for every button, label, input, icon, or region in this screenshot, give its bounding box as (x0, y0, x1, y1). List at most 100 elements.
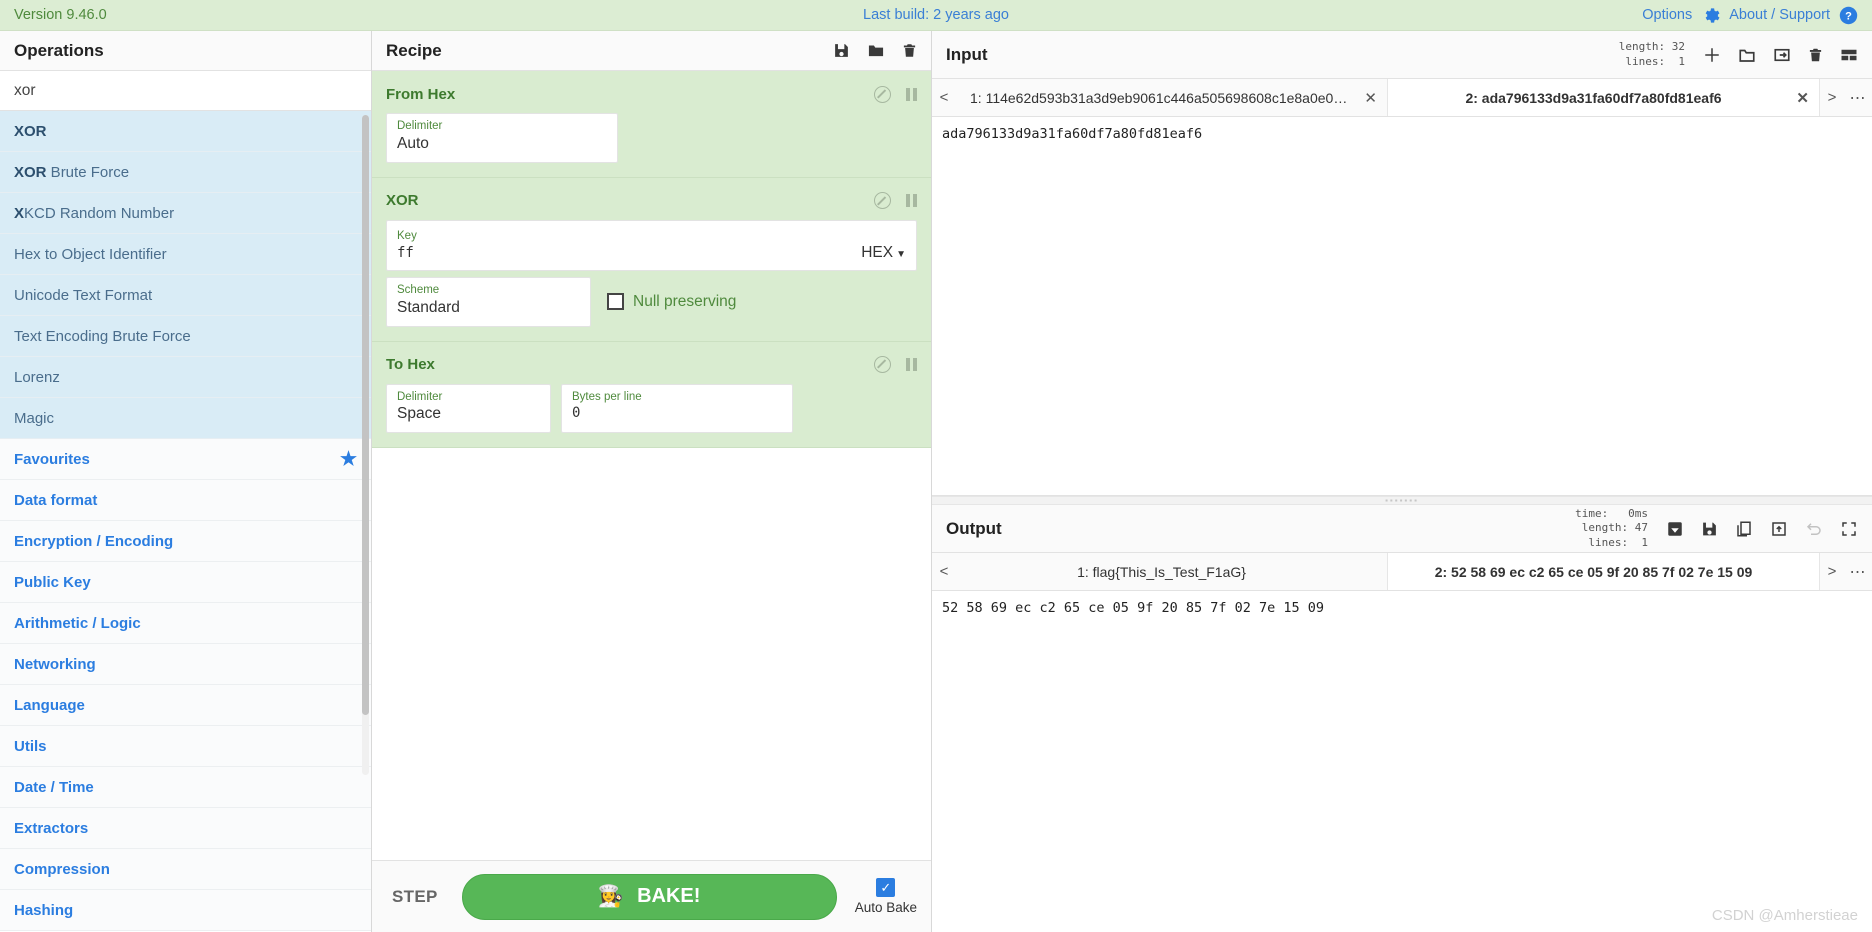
operation-label: XKCD Random Number (14, 204, 175, 222)
arg-delimiter[interactable]: Delimiter Space (386, 383, 551, 434)
operation-result-item[interactable]: Lorenz (0, 357, 371, 398)
input-tabbar[interactable]: < 1: 114e62d593b31a3d9eb9061c446a5056986… (932, 79, 1872, 117)
scrollbar-thumb[interactable] (362, 115, 369, 715)
about-support-link[interactable]: About / Support (1729, 7, 1830, 23)
options-link[interactable]: Options (1642, 7, 1692, 23)
operations-list[interactable]: XOR XOR Brute Force XKCD Random Number Hex … (0, 111, 371, 932)
operations-scrollbar[interactable] (362, 115, 369, 775)
input-tab-label: 1: 114e62d593b31a3d9eb9061c446a505698608… (970, 89, 1353, 106)
arg-scheme[interactable]: Scheme Standard (386, 276, 591, 327)
recipe-operation-header: To Hex (386, 352, 917, 378)
arg-null-preserving[interactable]: Null preserving (601, 277, 736, 327)
category-item[interactable]: Utils (0, 726, 371, 767)
trash-icon[interactable] (1808, 46, 1823, 64)
category-item[interactable]: Data format (0, 480, 371, 521)
io-column: Input length: 32 lines: 1 < 1: 114e62d59… (932, 31, 1872, 932)
input-tab[interactable]: 2: ada796133d9a31fa60df7a80fd81eaf6 ✕ (1388, 79, 1820, 116)
operation-result-item[interactable]: XOR Brute Force (0, 152, 371, 193)
grid-icon[interactable] (1840, 46, 1858, 64)
arg-value[interactable]: Space (397, 404, 540, 425)
pause-operation-icon[interactable] (906, 358, 917, 372)
output-next-tab[interactable]: > (1820, 553, 1844, 590)
pause-operation-icon[interactable] (906, 87, 917, 101)
null-preserving-checkbox[interactable] (607, 293, 624, 311)
category-item[interactable]: Date / Time (0, 767, 371, 808)
open-input-icon[interactable] (1773, 46, 1791, 64)
close-icon[interactable]: ✕ (1796, 89, 1809, 107)
io-splitter[interactable]: ▪▪▪▪▪▪▪ (932, 496, 1872, 505)
arg-value[interactable]: Auto (397, 134, 607, 155)
category-label: Public Key (14, 573, 91, 591)
arg-key[interactable]: Key ff HEX ▼ (386, 219, 917, 271)
input-next-tab[interactable]: > (1820, 79, 1844, 116)
category-item[interactable]: Arithmetic / Logic (0, 603, 371, 644)
pause-operation-icon[interactable] (906, 194, 917, 208)
recipe-operation-header: From Hex (386, 81, 917, 107)
step-button[interactable]: STEP (386, 887, 444, 907)
category-item[interactable]: Extractors (0, 808, 371, 849)
bake-to-input-icon[interactable] (1666, 520, 1684, 538)
arg-bytes-per-line[interactable]: Bytes per line 0 (561, 383, 793, 434)
recipe-operation[interactable]: To Hex Delimiter Space Bytes per line 0 (372, 341, 931, 449)
auto-bake-toggle[interactable]: ✓ Auto Bake (855, 878, 917, 915)
output-tab-menu[interactable]: ⋯ (1844, 553, 1872, 590)
operation-result-item[interactable]: Text Encoding Brute Force (0, 316, 371, 357)
search-input[interactable] (14, 81, 357, 100)
category-label: Encryption / Encoding (14, 532, 174, 550)
bake-label: BAKE! (637, 885, 701, 907)
undo-icon[interactable] (1805, 520, 1823, 538)
folder-open-icon[interactable] (1738, 46, 1756, 64)
recipe-operation[interactable]: From Hex Delimiter Auto (372, 71, 931, 178)
arg-delimiter[interactable]: Delimiter Auto (386, 113, 618, 163)
add-icon[interactable] (1703, 46, 1721, 64)
category-item[interactable]: Hashing (0, 890, 371, 931)
arg-value[interactable]: 0 (572, 404, 782, 423)
recipe-operation[interactable]: XOR Key ff HEX ▼ Scheme Standard Null preservin… (372, 177, 931, 342)
replace-input-icon[interactable] (1770, 520, 1788, 538)
trash-icon[interactable] (902, 42, 917, 59)
disable-operation-icon[interactable] (874, 356, 891, 374)
input-header-icons (1703, 46, 1858, 64)
output-tabbar[interactable]: < 1: flag{This_Is_Test_F1aG} 2: 52 58 69 … (932, 553, 1872, 591)
output-tab[interactable]: 2: 52 58 69 ec c2 65 ce 05 9f 20 85 7f 0… (1388, 553, 1820, 590)
input-tab[interactable]: 1: 114e62d593b31a3d9eb9061c446a505698608… (956, 79, 1388, 116)
operation-result-item[interactable]: XKCD Random Number (0, 193, 371, 234)
operation-result-item[interactable]: Magic (0, 398, 371, 439)
auto-bake-checkbox[interactable]: ✓ (876, 878, 896, 897)
folder-icon[interactable] (867, 42, 885, 59)
category-item[interactable]: Networking (0, 644, 371, 685)
input-tab-menu[interactable]: ⋯ (1844, 79, 1872, 116)
category-item[interactable]: Language (0, 685, 371, 726)
disable-operation-icon[interactable] (874, 192, 891, 210)
help-circle-icon[interactable]: ? (1839, 6, 1858, 25)
gear-icon[interactable] (1701, 6, 1720, 25)
category-label: Favourites (14, 450, 90, 468)
input-tab-label: 2: ada796133d9a31fa60df7a80fd81eaf6 (1465, 89, 1722, 106)
category-item[interactable]: Compression (0, 849, 371, 890)
arg-value[interactable]: ff (397, 244, 861, 263)
save-icon[interactable] (1701, 520, 1718, 538)
category-item[interactable]: Encryption / Encoding (0, 521, 371, 562)
close-icon[interactable]: ✕ (1364, 89, 1377, 107)
operations-title: Operations (0, 31, 371, 71)
recipe-operation-header: XOR (386, 188, 917, 214)
input-textarea[interactable]: ada796133d9a31fa60df7a80fd81eaf6 (932, 117, 1872, 495)
maximise-icon[interactable] (1840, 520, 1858, 538)
recipe-operations-list[interactable]: From Hex Delimiter Auto XOR Key ff HEX ▼ Scheme S… (372, 71, 931, 860)
key-format-select[interactable]: HEX ▼ (861, 244, 906, 263)
operation-result-item[interactable]: XOR (0, 111, 371, 152)
arg-label: Bytes per line (572, 390, 642, 403)
operation-result-item[interactable]: Unicode Text Format (0, 275, 371, 316)
operation-result-item[interactable]: Hex to Object Identifier (0, 234, 371, 275)
output-textarea[interactable]: 52 58 69 ec c2 65 ce 05 9f 20 85 7f 02 7… (932, 591, 1872, 932)
chevron-down-icon: ▼ (896, 248, 906, 260)
save-icon[interactable] (833, 42, 850, 59)
output-tab[interactable]: 1: flag{This_Is_Test_F1aG} (956, 553, 1388, 590)
category-item[interactable]: Public Key (0, 562, 371, 603)
output-prev-tab[interactable]: < (932, 553, 956, 590)
bake-button[interactable]: 👩‍🍳 BAKE! (461, 873, 837, 920)
category-favourites[interactable]: Favourites ★ (0, 439, 371, 480)
disable-operation-icon[interactable] (874, 85, 891, 103)
copy-icon[interactable] (1735, 520, 1753, 538)
input-prev-tab[interactable]: < (932, 79, 956, 116)
